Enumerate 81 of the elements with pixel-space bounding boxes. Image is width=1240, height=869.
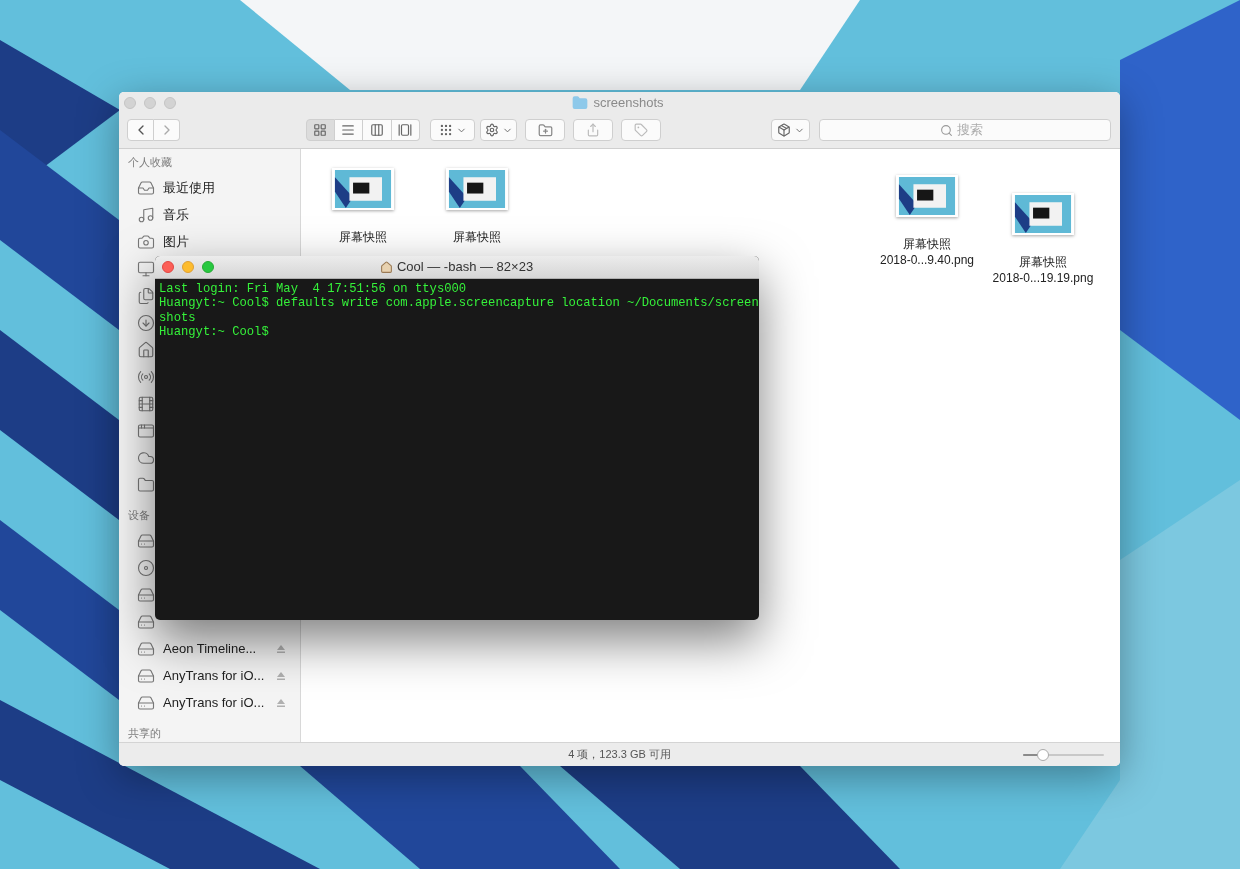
disc-icon: [137, 558, 155, 577]
sidebar-heading: 共享的: [128, 725, 161, 741]
music-note-icon: [137, 205, 155, 224]
close-button[interactable]: [162, 261, 174, 273]
gallery-icon: [398, 123, 413, 137]
terminal-line: Last login: Fri May 4 17:51:56 on ttys000: [159, 282, 468, 297]
film-icon: [137, 394, 155, 413]
drive-icon: [137, 585, 155, 604]
settings-icon: [484, 123, 499, 137]
drive-icon: [137, 612, 155, 631]
sidebar-item[interactable]: 图片: [163, 231, 189, 252]
file-thumbnail: [1012, 193, 1074, 235]
icon-view-button[interactable]: [306, 119, 335, 141]
sidebar-heading: 个人收藏: [128, 154, 172, 170]
file-name[interactable]: 屏幕快照: [903, 236, 951, 252]
forward-button[interactable]: [154, 119, 180, 141]
window-title: screenshots: [593, 94, 664, 113]
dot-grid-icon: [438, 123, 453, 137]
tray-icon: [137, 178, 155, 197]
folder-plus-icon: [537, 122, 553, 138]
minimize-button[interactable]: [182, 261, 194, 273]
drive-icon: [137, 666, 155, 685]
zoom-slider[interactable]: [1023, 749, 1104, 761]
search-input: 搜索: [956, 120, 991, 140]
tag-button[interactable]: [621, 119, 661, 141]
file-name[interactable]: 屏幕快照: [1019, 254, 1067, 270]
zoom-button[interactable]: [164, 97, 176, 109]
file-name[interactable]: 2018-0...19.19.png: [992, 270, 1094, 286]
download-icon: [137, 313, 155, 332]
file-name[interactable]: 2018-0...9.40.png: [879, 252, 975, 268]
minimize-button[interactable]: [144, 97, 156, 109]
file-name[interactable]: 屏幕快照: [453, 229, 501, 245]
app-icon: [137, 421, 155, 440]
action-button[interactable]: [480, 119, 517, 141]
columns-icon: [369, 123, 384, 137]
zoom-button[interactable]: [202, 261, 214, 273]
tag-icon: [634, 123, 648, 137]
window-title: Cool — -bash — 82×23: [396, 258, 534, 277]
drive-icon: [137, 639, 155, 658]
eject-icon[interactable]: [276, 697, 286, 708]
back-button[interactable]: [127, 119, 154, 141]
drive-icon: [137, 531, 155, 550]
gallery-view-button[interactable]: [391, 119, 420, 141]
share-icon: [586, 123, 600, 137]
search-field[interactable]: 搜索: [819, 119, 1111, 141]
new-folder-button[interactable]: [525, 119, 565, 141]
list-icon: [341, 123, 356, 137]
terminal-line: shots: [159, 310, 197, 326]
terminal-line: Huangyt:~ Cool$ defaults write com.apple.screencapture location ~/Documents/screen: [159, 296, 759, 311]
document-icon: [137, 286, 155, 305]
grid-icon: [313, 123, 328, 137]
close-button[interactable]: [124, 97, 136, 109]
box-icon: [776, 123, 791, 137]
box-menu-button[interactable]: [771, 119, 810, 141]
slider-thumb[interactable]: [1037, 749, 1050, 761]
file-name[interactable]: 屏幕快照: [339, 229, 387, 245]
terminal-line: Huangyt:~ Cool$: [159, 325, 270, 340]
monitor-icon: [137, 259, 155, 278]
search-icon: [939, 123, 953, 137]
share-button[interactable]: [573, 119, 613, 141]
sidebar-heading: 设备: [128, 507, 150, 523]
arrange-button[interactable]: [430, 119, 475, 141]
column-view-button[interactable]: [363, 119, 392, 141]
folder-icon: [572, 95, 589, 111]
home-icon: [379, 260, 393, 274]
file-thumbnail: [896, 175, 958, 217]
status-text: 4 项，123.3 GB 可用: [568, 747, 671, 763]
sidebar-item[interactable]: Aeon Timeline...: [163, 638, 257, 659]
sidebar-item[interactable]: AnyTrans for iO...: [163, 665, 265, 686]
file-thumbnail: [446, 168, 508, 210]
camera-icon: [137, 232, 155, 251]
drive-icon: [137, 693, 155, 712]
eject-icon[interactable]: [276, 670, 286, 681]
eject-icon[interactable]: [276, 643, 286, 654]
home-icon: [137, 340, 155, 359]
sidebar-item[interactable]: 最近使用: [163, 177, 215, 198]
list-view-button[interactable]: [334, 119, 363, 141]
folder-icon: [137, 475, 155, 494]
sidebar-item[interactable]: AnyTrans for iO...: [163, 692, 265, 713]
file-thumbnail: [332, 168, 394, 210]
sidebar-item[interactable]: 音乐: [163, 204, 189, 225]
